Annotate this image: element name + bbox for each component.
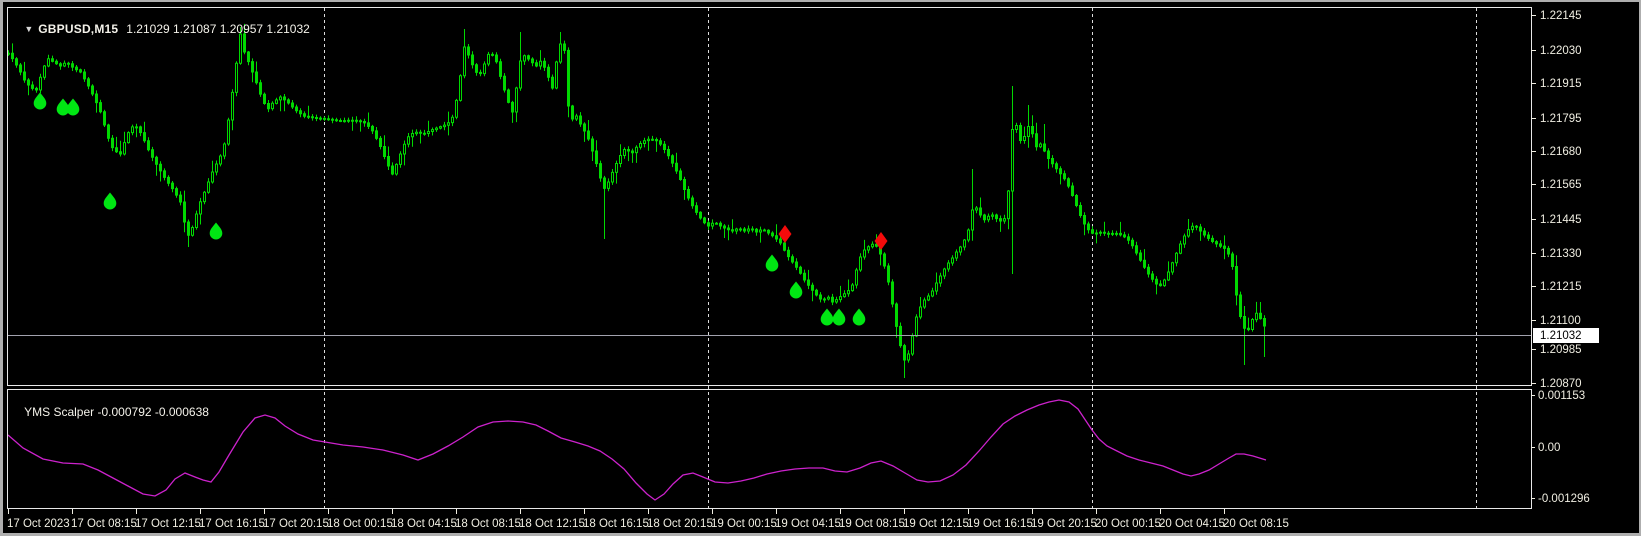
price-axis-label: 1.21915 [1540, 78, 1582, 90]
chart-canvas[interactable]: 1.22145 1.22030 1.21915 1.21795 1.21680 1.215… [3, 2, 1639, 533]
price-axis-label: 1.21100 [1540, 315, 1581, 327]
time-axis-label: 20 Oct 08:15 [1223, 518, 1289, 530]
bear-candle-bodies [11, 33, 1266, 361]
time-axis[interactable]: 17 Oct 2023 17 Oct 08:1517 Oct 12:1517 Oc… [7, 509, 1289, 530]
price-axis-label: 1.22145 [1540, 10, 1582, 22]
time-axis-label: 18 Oct 16:15 [583, 518, 649, 530]
buy-signal-droplet-icon [66, 98, 80, 116]
price-axis-label: 1.20985 [1540, 344, 1582, 356]
price-axis-label: 1.21680 [1540, 146, 1582, 158]
price-axis-label: 1.22030 [1540, 45, 1582, 57]
time-axis-label: 19 Oct 08:15 [839, 518, 905, 530]
buy-signal-markers [33, 92, 866, 326]
chart-window: 1.22145 1.22030 1.21915 1.21795 1.21680 1.215… [0, 0, 1641, 536]
symbol-dropdown-icon[interactable]: ▼ [24, 24, 33, 34]
buy-signal-droplet-icon [765, 254, 779, 272]
time-axis-label: 18 Oct 08:15 [455, 518, 521, 530]
time-axis-label: 17 Oct 08:15 [71, 518, 137, 530]
symbol-timeframe-label: GBPUSD,M15 [38, 22, 119, 36]
time-axis-label: 19 Oct 04:15 [775, 518, 841, 530]
time-axis-label: 19 Oct 16:15 [967, 518, 1033, 530]
price-axis-label: 1.20870 [1540, 378, 1582, 390]
time-axis-label: 18 Oct 12:15 [519, 518, 585, 530]
buy-signal-droplet-icon [789, 281, 803, 299]
indicator-axis-label: 0.001153 [1538, 390, 1585, 402]
indicator-title: YMS Scalper -0.000792 -0.000638 [11, 391, 209, 433]
time-axis-label: 20 Oct 04:15 [1159, 518, 1225, 530]
time-axis-label: 19 Oct 00:15 [711, 518, 777, 530]
time-axis-label: 17 Oct 16:15 [199, 518, 265, 530]
bull-candle-bodies [8, 33, 1258, 361]
day-separator-lines [324, 8, 1477, 508]
buy-signal-droplet-icon [209, 222, 223, 240]
time-axis-label: 18 Oct 04:15 [391, 518, 457, 530]
chart-title: ▼ GBPUSD,M15 1.21029 1.21087 1.20957 1.210… [11, 8, 310, 50]
price-axis-label: 1.21330 [1540, 248, 1582, 260]
price-axis-label: 1.21565 [1540, 179, 1582, 191]
buy-signal-droplet-icon [33, 92, 47, 110]
time-axis-label: 20 Oct 00:15 [1095, 518, 1161, 530]
price-axis-label: 1.21215 [1540, 281, 1582, 293]
time-axis-label: 17 Oct 12:15 [135, 518, 201, 530]
time-axis-label: 19 Oct 12:15 [903, 518, 969, 530]
price-axis-label: 1.21795 [1540, 113, 1582, 125]
buy-signal-droplet-icon [852, 308, 866, 326]
time-axis-label: 18 Oct 20:15 [647, 518, 713, 530]
buy-signal-droplet-icon [832, 308, 846, 326]
indicator-name: YMS Scalper [24, 405, 95, 419]
candlestick-series [8, 23, 1266, 378]
time-axis-label: 17 Oct 2023 [7, 518, 70, 530]
indicator-axis-label: 0.00 [1538, 442, 1560, 454]
current-price-label: 1.21032 [1533, 328, 1599, 343]
indicator-axis-label: -0.001296 [1538, 493, 1590, 505]
time-axis-label: 19 Oct 20:15 [1031, 518, 1097, 530]
indicator-values: -0.000792 -0.000638 [97, 405, 209, 419]
time-axis-label: 17 Oct 20:15 [263, 518, 329, 530]
current-price-value: 1.21032 [1540, 330, 1582, 342]
buy-signal-droplet-icon [103, 192, 117, 210]
price-axis-label: 1.21445 [1540, 214, 1582, 226]
buy-signal-droplet-icon [820, 308, 834, 326]
time-axis-label: 18 Oct 00:15 [327, 518, 393, 530]
indicator-axis[interactable]: 0.001153 0.00 -0.001296 [1531, 390, 1590, 505]
indicator-pane-border [7, 389, 1532, 509]
ohlc-values: 1.21029 1.21087 1.20957 1.21032 [126, 22, 310, 36]
